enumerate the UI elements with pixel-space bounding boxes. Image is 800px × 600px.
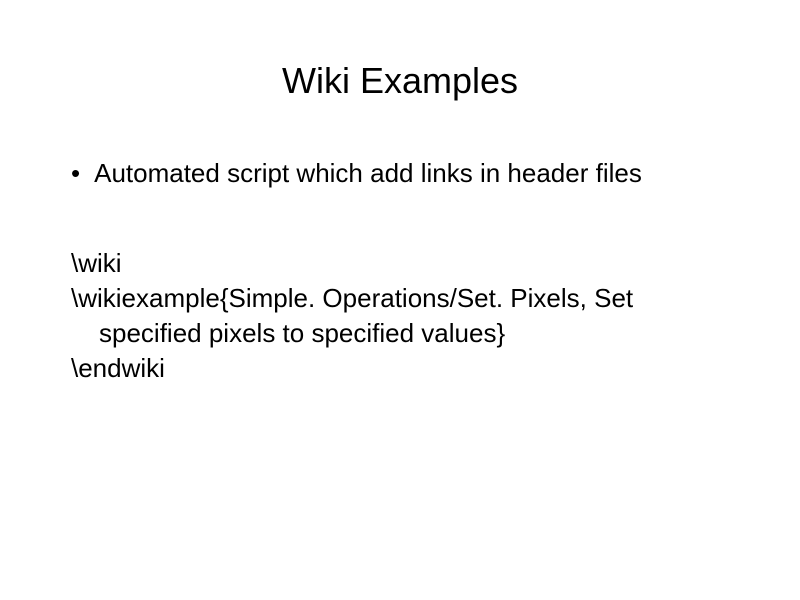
code-line-4: \endwiki <box>71 351 735 386</box>
bullet-marker: • <box>71 157 80 191</box>
code-line-2: \wikiexample{Simple. Operations/Set. Pix… <box>71 281 735 316</box>
code-line-1: \wiki <box>71 246 735 281</box>
bullet-item: • Automated script which add links in he… <box>65 157 735 191</box>
slide-title: Wiki Examples <box>65 60 735 102</box>
bullet-text: Automated script which add links in head… <box>94 157 735 191</box>
code-block: \wiki \wikiexample{Simple. Operations/Se… <box>65 246 735 386</box>
code-line-3: specified pixels to specified values} <box>71 316 735 351</box>
